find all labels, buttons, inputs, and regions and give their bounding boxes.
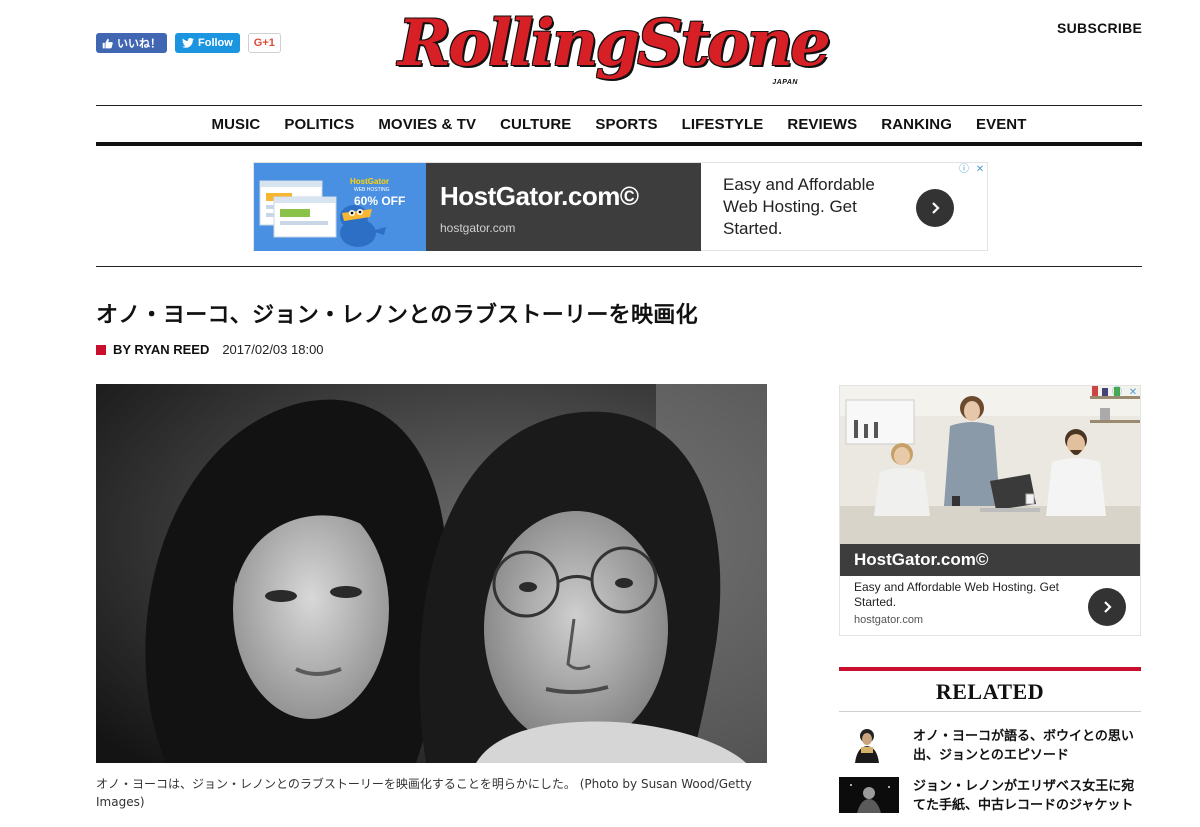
nav-item-ranking[interactable]: RANKING (869, 116, 964, 133)
ad-copy: Easy and Affordable Web Hosting. Get Sta… (723, 175, 875, 238)
main-nav: MUSIC POLITICS MOVIES & TV CULTURE SPORT… (96, 106, 1142, 142)
related-thumb-image (839, 777, 899, 813)
sidebar-ad-image (840, 386, 1140, 544)
logo-edition-label: JAPAN (772, 79, 798, 86)
related-title-link[interactable]: オノ・ヨーコが語る、ボウイとの思い出、ジョンとのエピソード (913, 727, 1141, 765)
nav-item-movies-tv[interactable]: MOVIES & TV (366, 116, 488, 133)
ad-art-sub: WEB HOSTING (354, 187, 390, 193)
author-link[interactable]: BY RYAN REED (113, 342, 209, 357)
related-heading: RELATED (935, 679, 1045, 704)
ad-choices: ⓘ ✕ (957, 163, 987, 177)
social-buttons: いいね！ Follow G+1 (96, 33, 281, 53)
office-scene-image (840, 386, 1140, 544)
related-thumbnail[interactable] (839, 777, 899, 813)
related-divider (839, 711, 1141, 712)
photo-caption: オノ・ヨーコは、ジョン・レノンとのラブストーリーを映画化することを明らかにした。… (96, 777, 752, 809)
byline-marker-icon (96, 344, 106, 355)
related-thumb-image (839, 727, 899, 763)
site-logo[interactable]: RollingStone JAPAN (398, 4, 831, 88)
adchoices-info-icon[interactable]: ⓘ (1110, 386, 1124, 400)
thumbs-up-icon (102, 38, 113, 48)
byline: BY RYAN REED 2017/02/03 18:00 (96, 342, 324, 357)
nav-item-lifestyle[interactable]: LIFESTYLE (670, 116, 776, 133)
ad-brand-panel: HostGator.com© hostgator.com (426, 163, 701, 251)
facebook-like-button[interactable]: いいね！ (96, 33, 167, 53)
related-thumbnail[interactable] (839, 727, 899, 763)
article-headline: オノ・ヨーコ、ジョン・レノンとのラブストーリーを映画化 (96, 303, 698, 328)
ad-art-brand: HostGator (350, 177, 390, 186)
sidebar-ad-brand: HostGator.com© (854, 550, 989, 569)
nav-item-reviews[interactable]: REVIEWS (775, 116, 869, 133)
ad-close-icon[interactable]: ✕ (973, 163, 987, 177)
banner-ad[interactable]: HostGator WEB HOSTING 60% OFF HostGator.… (253, 162, 988, 251)
content-divider (96, 266, 1142, 267)
sidebar-ad-next-button[interactable] (1088, 588, 1126, 626)
nav-item-music[interactable]: MUSIC (200, 116, 273, 133)
like-label: いいね！ (117, 38, 161, 50)
ad-url: hostgator.com (440, 221, 516, 235)
google-plus-button[interactable]: G+1 (247, 33, 281, 53)
adchoices-info-icon[interactable]: ⓘ (957, 163, 971, 177)
related-accent-bar (839, 667, 1141, 671)
logo-wordmark: RollingStone (398, 6, 831, 81)
nav-item-sports[interactable]: SPORTS (583, 116, 669, 133)
twitter-bird-icon (182, 38, 194, 48)
nav-bottom-rule (96, 142, 1142, 146)
follow-label: Follow (198, 37, 233, 49)
ad-brand-name: HostGator.com© (440, 181, 639, 211)
sidebar-ad-brand-bar: HostGator.com© (840, 544, 1140, 576)
ad-close-icon[interactable]: ✕ (1126, 386, 1140, 400)
publish-date: 2017/02/03 18:00 (222, 342, 324, 357)
related-item[interactable]: オノ・ヨーコが語る、ボウイとの思い出、ジョンとのエピソード (839, 727, 1141, 767)
article-photo (96, 384, 767, 763)
nav-item-culture[interactable]: CULTURE (488, 116, 583, 133)
sidebar-ad[interactable]: HostGator.com© Easy and Affordable Web H… (839, 385, 1141, 636)
portrait-couple-image (96, 384, 767, 763)
sidebar-ad-choices: ⓘ ✕ (1110, 386, 1140, 400)
twitter-follow-button[interactable]: Follow (175, 33, 240, 53)
sidebar-ad-copy: Easy and Affordable Web Hosting. Get Sta… (854, 580, 1060, 609)
gplus-label: G+1 (253, 37, 275, 49)
sidebar-ad-url: hostgator.com (854, 614, 924, 626)
ad-art-offer: 60% OFF (354, 194, 406, 208)
chevron-right-icon (932, 202, 940, 214)
nav-item-event[interactable]: EVENT (964, 116, 1039, 133)
ad-next-button[interactable] (916, 189, 954, 227)
ad-illustration: HostGator WEB HOSTING 60% OFF (254, 163, 426, 251)
chevron-right-icon (1104, 601, 1112, 613)
related-title-link[interactable]: ジョン・レノンがエリザベス女王に宛てた手紙、中古レコードのジャケット (913, 777, 1141, 815)
related-item[interactable]: ジョン・レノンがエリザベス女王に宛てた手紙、中古レコードのジャケット (839, 777, 1141, 817)
nav-item-politics[interactable]: POLITICS (272, 116, 366, 133)
subscribe-link[interactable]: SUBSCRIBE (1057, 20, 1142, 36)
